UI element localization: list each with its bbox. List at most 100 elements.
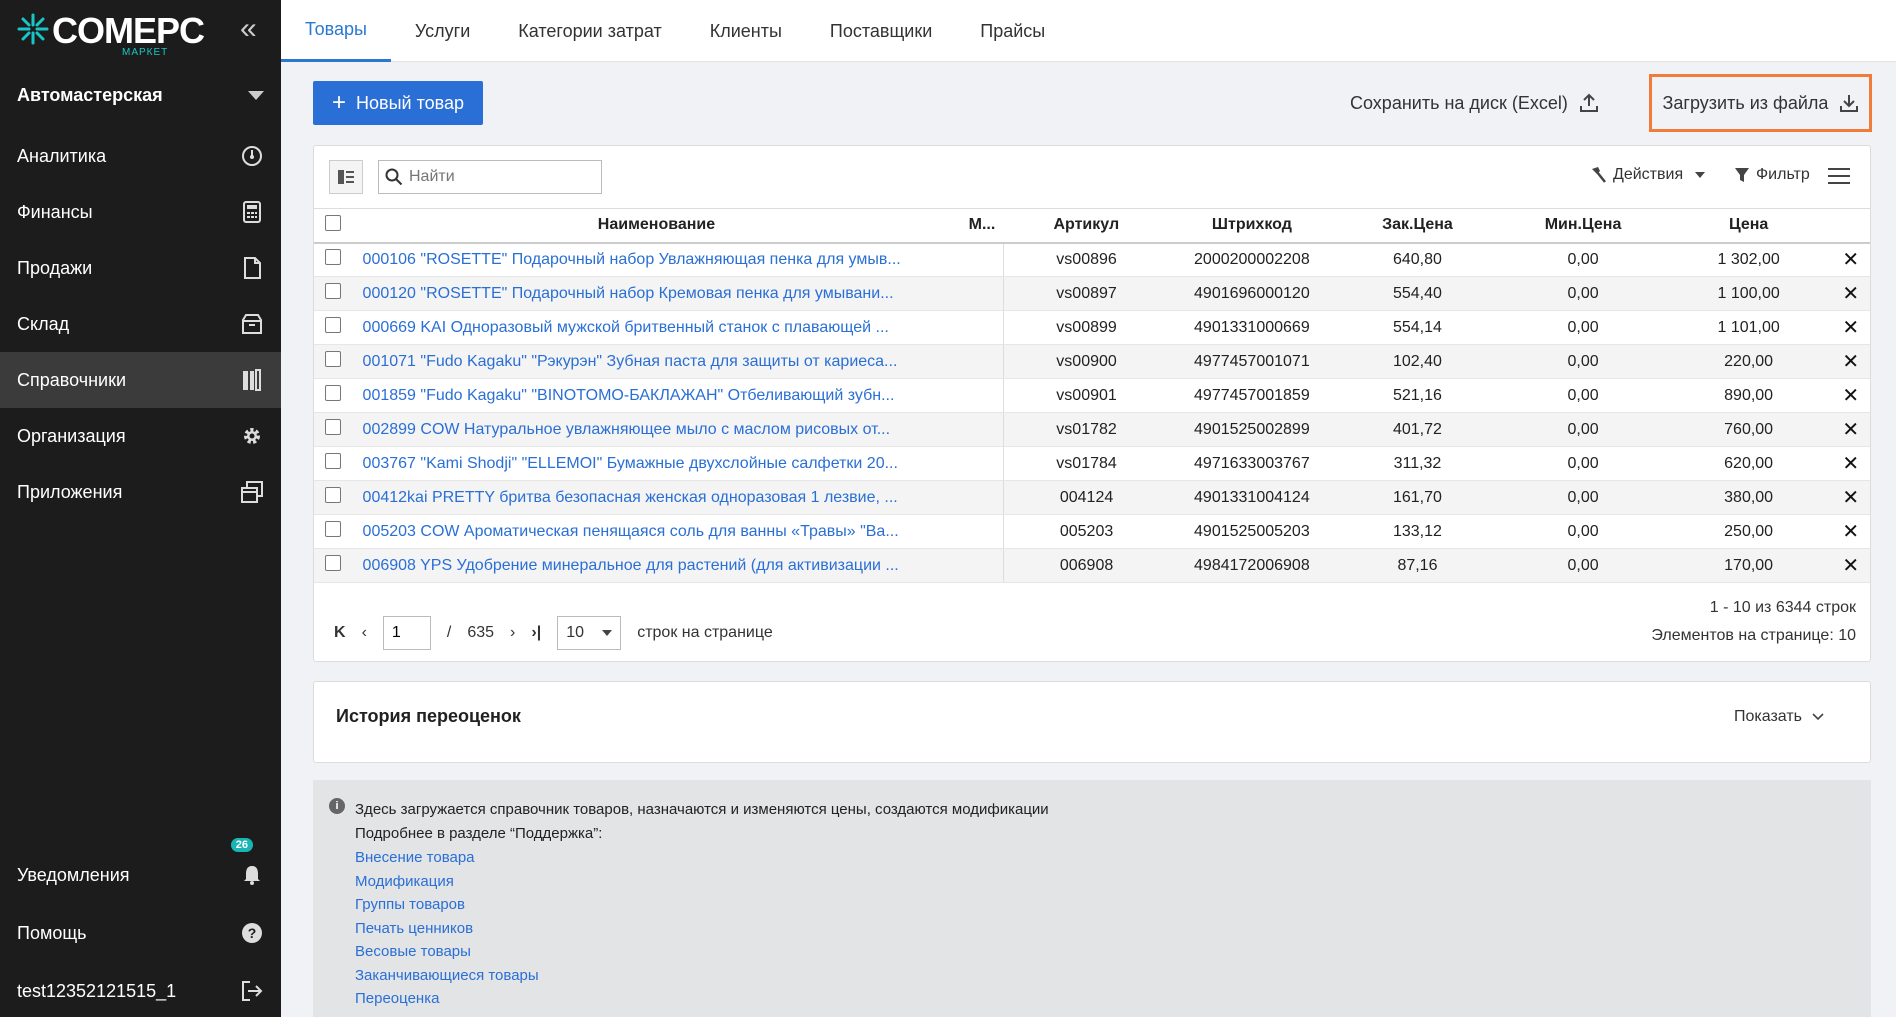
help-link[interactable]: Заканчивающиеся товары — [355, 964, 1871, 988]
table-row[interactable]: 00412kai PRETTY бритва безопасная женска… — [314, 480, 1870, 515]
row-select-cell[interactable] — [314, 344, 353, 379]
prev-page-icon[interactable]: ‹ — [362, 624, 367, 642]
new-product-button[interactable]: + Новый товар — [313, 81, 483, 125]
select-all-checkbox[interactable] — [325, 214, 342, 231]
sidebar-item-warehouse[interactable]: Склад — [0, 296, 281, 352]
product-name-link[interactable]: 001071 "Fudo Kagaku" "Рэкурэн" Зубная па… — [352, 344, 1005, 379]
delete-row-icon[interactable]: ✕ — [1831, 378, 1870, 413]
header-m[interactable]: М... — [960, 208, 1004, 244]
delete-row-icon[interactable]: ✕ — [1831, 446, 1870, 481]
sidebar-item-finance[interactable]: Финансы — [0, 184, 281, 240]
delete-row-icon[interactable]: ✕ — [1831, 310, 1870, 345]
delete-row-icon[interactable]: ✕ — [1831, 548, 1870, 583]
row-select-cell[interactable] — [314, 242, 353, 277]
search-input[interactable] — [409, 168, 589, 186]
row-select-cell[interactable] — [314, 276, 353, 311]
table-row[interactable]: 000106 "ROSETTE" Подарочный набор Увлажн… — [314, 242, 1870, 277]
table-row[interactable]: 001859 "Fudo Kagaku" "BINOTOMO-БАКЛАЖАН"… — [314, 378, 1870, 413]
delete-row-icon[interactable]: ✕ — [1831, 412, 1870, 447]
row-select-cell[interactable] — [314, 514, 353, 549]
help-item[interactable]: Помощь ? — [0, 904, 281, 962]
last-page-icon[interactable]: ›| — [531, 624, 541, 642]
table-row[interactable]: 001071 "Fudo Kagaku" "Рэкурэн" Зубная па… — [314, 344, 1870, 379]
sidebar-item-directories[interactable]: Справочники — [0, 352, 281, 408]
table-row[interactable]: 002899 COW Натуральное увлажняющее мыло … — [314, 412, 1870, 447]
row-select-cell[interactable] — [314, 378, 353, 413]
row-checkbox[interactable] — [325, 317, 342, 333]
delete-row-icon[interactable]: ✕ — [1831, 480, 1870, 515]
column-panel-icon[interactable] — [329, 160, 363, 194]
product-name-link[interactable]: 001859 "Fudo Kagaku" "BINOTOMO-БАКЛАЖАН"… — [352, 378, 1005, 413]
header-name[interactable]: Наименование — [352, 208, 961, 244]
product-name-link[interactable]: 003767 "Kami Shodji" "ELLEMOI" Бумажные … — [352, 446, 1005, 481]
header-min-price[interactable]: Мин.Цена — [1500, 208, 1666, 244]
notifications-item[interactable]: Уведомления 26 — [0, 838, 281, 904]
history-show-button[interactable]: Показать — [1734, 708, 1824, 726]
product-name-link[interactable]: 000120 "ROSETTE" Подарочный набор Кремов… — [352, 276, 1005, 311]
row-select-cell[interactable] — [314, 480, 353, 515]
help-link[interactable]: Группы товаров — [355, 893, 1871, 917]
table-row[interactable]: 003767 "Kami Shodji" "ELLEMOI" Бумажные … — [314, 446, 1870, 481]
help-link[interactable]: Весовые товары — [355, 940, 1871, 964]
product-name-link[interactable]: 00412kai PRETTY бритва безопасная женска… — [352, 480, 1005, 515]
product-name-link[interactable]: 002899 COW Натуральное увлажняющее мыло … — [352, 412, 1005, 447]
help-link[interactable]: Внесение товара — [355, 846, 1871, 870]
sidebar-item-analytics[interactable]: Аналитика — [0, 128, 281, 184]
delete-row-icon[interactable]: ✕ — [1831, 242, 1870, 277]
load-from-file-button[interactable]: Загрузить из файла — [1649, 74, 1872, 132]
delete-row-icon[interactable]: ✕ — [1831, 276, 1870, 311]
delete-row-icon[interactable]: ✕ — [1831, 514, 1870, 549]
row-checkbox[interactable] — [325, 385, 342, 401]
logout-icon[interactable] — [240, 979, 264, 1003]
select-all-cell[interactable] — [314, 208, 353, 244]
row-select-cell[interactable] — [314, 412, 353, 447]
collapse-sidebar-icon[interactable]: « — [240, 14, 257, 44]
next-page-icon[interactable]: › — [510, 624, 515, 642]
header-price[interactable]: Цена — [1665, 208, 1832, 244]
product-name-link[interactable]: 000106 "ROSETTE" Подарочный набор Увлажн… — [352, 242, 1005, 277]
table-row[interactable]: 005203 COW Ароматическая пенящаяся соль … — [314, 514, 1870, 549]
help-link[interactable]: Печать ценников — [355, 917, 1871, 941]
organization-select[interactable]: Автомастерская — [0, 72, 281, 118]
delete-row-icon[interactable]: ✕ — [1831, 344, 1870, 379]
row-checkbox[interactable] — [325, 453, 342, 469]
sidebar-item-organization[interactable]: Организация — [0, 408, 281, 464]
header-barcode[interactable]: Штрихкод — [1169, 208, 1335, 244]
table-row[interactable]: 000120 "ROSETTE" Подарочный набор Кремов… — [314, 276, 1870, 311]
page-input[interactable] — [382, 616, 431, 650]
tab-clients[interactable]: Клиенты — [686, 0, 806, 62]
menu-icon[interactable] — [1828, 168, 1850, 186]
page-size-select[interactable]: 10 — [557, 616, 622, 650]
row-checkbox[interactable] — [325, 283, 342, 299]
row-checkbox[interactable] — [325, 521, 342, 537]
header-buy-price[interactable]: Зак.Цена — [1334, 208, 1501, 244]
tab-price-lists[interactable]: Прайсы — [956, 0, 1069, 62]
save-excel-button[interactable]: Сохранить на диск (Excel) — [1350, 81, 1598, 125]
tab-goods[interactable]: Товары — [281, 0, 391, 62]
user-item[interactable]: test12352121515_1 — [0, 962, 281, 1017]
row-checkbox[interactable] — [325, 555, 342, 571]
first-page-icon[interactable]: K — [334, 624, 346, 642]
row-select-cell[interactable] — [314, 310, 353, 345]
help-link[interactable]: Переоценка — [355, 987, 1871, 1011]
table-row[interactable]: 006908 YPS Удобрение минеральное для рас… — [314, 548, 1870, 583]
row-select-cell[interactable] — [314, 446, 353, 481]
tab-expense-categories[interactable]: Категории затрат — [494, 0, 685, 62]
row-checkbox[interactable] — [325, 249, 342, 266]
product-name-link[interactable]: 006908 YPS Удобрение минеральное для рас… — [352, 548, 1005, 583]
tab-services[interactable]: Услуги — [391, 0, 494, 62]
row-checkbox[interactable] — [325, 487, 342, 503]
row-select-cell[interactable] — [314, 548, 353, 583]
sidebar-item-sales[interactable]: Продажи — [0, 240, 281, 296]
product-name-link[interactable]: 005203 COW Ароматическая пенящаяся соль … — [352, 514, 1005, 549]
actions-dropdown[interactable]: Действия — [1589, 166, 1706, 184]
help-link[interactable]: Модификация — [355, 870, 1871, 894]
filter-button[interactable]: Фильтр — [1734, 166, 1810, 184]
row-checkbox[interactable] — [325, 419, 342, 435]
row-checkbox[interactable] — [325, 351, 342, 367]
tab-suppliers[interactable]: Поставщики — [806, 0, 956, 62]
sidebar-item-apps[interactable]: Приложения — [0, 464, 281, 520]
product-name-link[interactable]: 000669 KAI Одноразовый мужской бритвенны… — [352, 310, 1005, 345]
header-article[interactable]: Артикул — [1003, 208, 1170, 244]
table-row[interactable]: 000669 KAI Одноразовый мужской бритвенны… — [314, 310, 1870, 345]
